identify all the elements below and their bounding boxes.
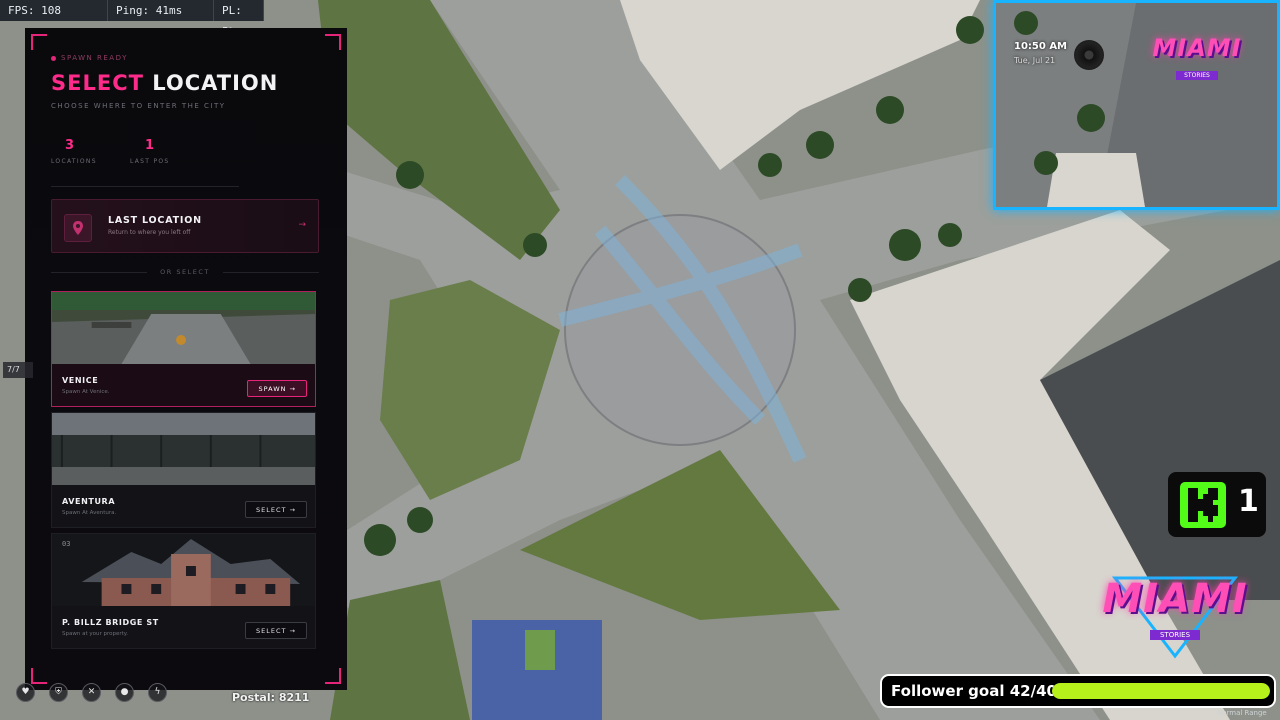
panel-subtitle: CHOOSE WHERE TO ENTER THE CITY (51, 102, 226, 110)
drop-icon: ● (115, 683, 134, 702)
divider (51, 186, 239, 187)
location-name: P. BILLZ BRIDGE ST (62, 618, 159, 627)
miami-stories-logo-bottom: MIAMI STORIES (1075, 570, 1275, 660)
map-pin-icon (64, 214, 92, 242)
cross-icon: ✕ (82, 683, 101, 702)
ping-readout: Ping: 41ms (108, 0, 214, 21)
follower-goal-fill (1052, 683, 1270, 699)
date: Tue, Jul 21 (1014, 56, 1056, 65)
corner-accent (31, 34, 47, 50)
last-location-button[interactable]: LAST LOCATION Return to where you left o… (51, 199, 319, 253)
corner-accent (325, 668, 341, 684)
logo-title: MIAMI (1102, 576, 1248, 622)
location-desc: Spawn At Venice. (62, 389, 110, 395)
fps-readout: FPS: 108 (0, 0, 108, 21)
clock: 10:50 AM (1014, 41, 1068, 52)
postal-code: Postal: 8211 (232, 691, 310, 704)
side-counter-value: 7/7 (7, 365, 20, 374)
divider (223, 272, 319, 273)
status-dot-icon (51, 55, 56, 61)
panel-title: SELECT LOCATION (51, 71, 278, 95)
location-preview-image (52, 413, 315, 485)
location-card-aventura[interactable]: AVENTURA Spawn At Aventura. SELECT → (51, 412, 316, 528)
select-button[interactable]: SELECT → (245, 622, 307, 639)
shield-icon: ⛨ (49, 683, 68, 702)
bolt-icon: ϟ (148, 683, 167, 702)
stat-value: 1 (145, 138, 155, 153)
kick-viewer-badge: 1 (1168, 472, 1266, 537)
logo-title: MIAMI (1152, 34, 1242, 62)
packet-loss-readout: PL: 5% (214, 0, 264, 38)
spawn-button[interactable]: SPAWN → (247, 380, 307, 397)
corner-accent (31, 668, 47, 684)
title-accent: SELECT (51, 71, 144, 95)
spawn-status-label: SPAWN READY (61, 54, 128, 62)
stat-label: LOCATIONS (51, 158, 97, 165)
location-name: VENICE (62, 376, 99, 385)
location-preview-image (52, 292, 315, 364)
location-desc: Spawn At Aventura. (62, 510, 117, 516)
stat-label: LAST POS (130, 158, 170, 165)
location-index: 03 (62, 540, 71, 548)
spawn-status: SPAWN READY (51, 54, 128, 62)
or-select-divider: OR SELECT (51, 268, 319, 278)
stat-locations: 3 LOCATIONS (51, 138, 97, 165)
location-card-venice[interactable]: VENICE Spawn At Venice. SPAWN → (51, 291, 316, 407)
webcam-overlay (993, 0, 1280, 210)
last-location-desc: Return to where you left off (108, 229, 191, 236)
stat-value: 3 (65, 138, 75, 153)
kick-logo-icon (1180, 482, 1226, 528)
arrow-right-icon: → (298, 220, 306, 230)
logo-subtitle: STORIES (1149, 630, 1201, 640)
kick-count: 1 (1238, 484, 1259, 519)
status-hud: ♥ ⛨ ✕ ● ϟ (16, 683, 167, 702)
watermark: Normal Range (1217, 709, 1267, 717)
miami-stories-logo-top: MIAMI STORIES (1132, 34, 1262, 81)
heart-icon: ♥ (16, 683, 35, 702)
side-counter: 7/7 (3, 362, 33, 378)
select-button[interactable]: SELECT → (245, 501, 307, 518)
spawn-selector-panel: SPAWN READY SELECT LOCATION CHOOSE WHERE… (25, 28, 347, 690)
follower-goal-widget: Follower goal 42/40 (880, 674, 1276, 708)
location-preview-image (52, 534, 315, 606)
follower-goal-label: Follower goal 42/40 (891, 682, 1057, 700)
last-location-title: LAST LOCATION (108, 215, 202, 226)
follower-goal-track (1052, 683, 1270, 699)
location-desc: Spawn at your property. (62, 631, 128, 637)
stat-last-pos: 1 LAST POS (130, 138, 170, 165)
location-name: AVENTURA (62, 497, 116, 506)
location-card-property[interactable]: 03 P. BILLZ BRIDGE ST Spawn at your prop… (51, 533, 316, 649)
logo-subtitle: STORIES (1176, 71, 1218, 80)
corner-accent (325, 34, 341, 50)
title-rest: LOCATION (152, 71, 279, 95)
vinyl-disc-icon (1074, 40, 1104, 70)
